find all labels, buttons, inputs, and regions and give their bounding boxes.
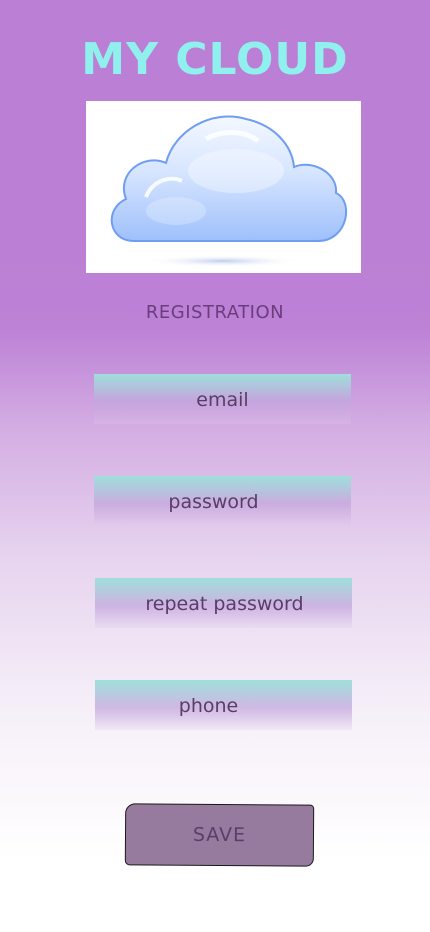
- password-field[interactable]: password: [94, 476, 351, 526]
- registration-heading: REGISTRATION: [145, 302, 285, 323]
- cloud-icon: [110, 115, 348, 267]
- password-field-label: password: [168, 491, 259, 513]
- logo-image: [86, 101, 361, 273]
- email-field-label: email: [196, 389, 249, 411]
- phone-field[interactable]: phone: [95, 680, 352, 730]
- email-field[interactable]: email: [94, 374, 351, 424]
- app-title: MY CLOUD: [81, 34, 349, 85]
- save-button[interactable]: SAVE: [124, 803, 315, 867]
- repeat-password-field-label: repeat password: [145, 593, 304, 615]
- phone-field-label: phone: [178, 695, 239, 717]
- repeat-password-field[interactable]: repeat password: [95, 578, 352, 628]
